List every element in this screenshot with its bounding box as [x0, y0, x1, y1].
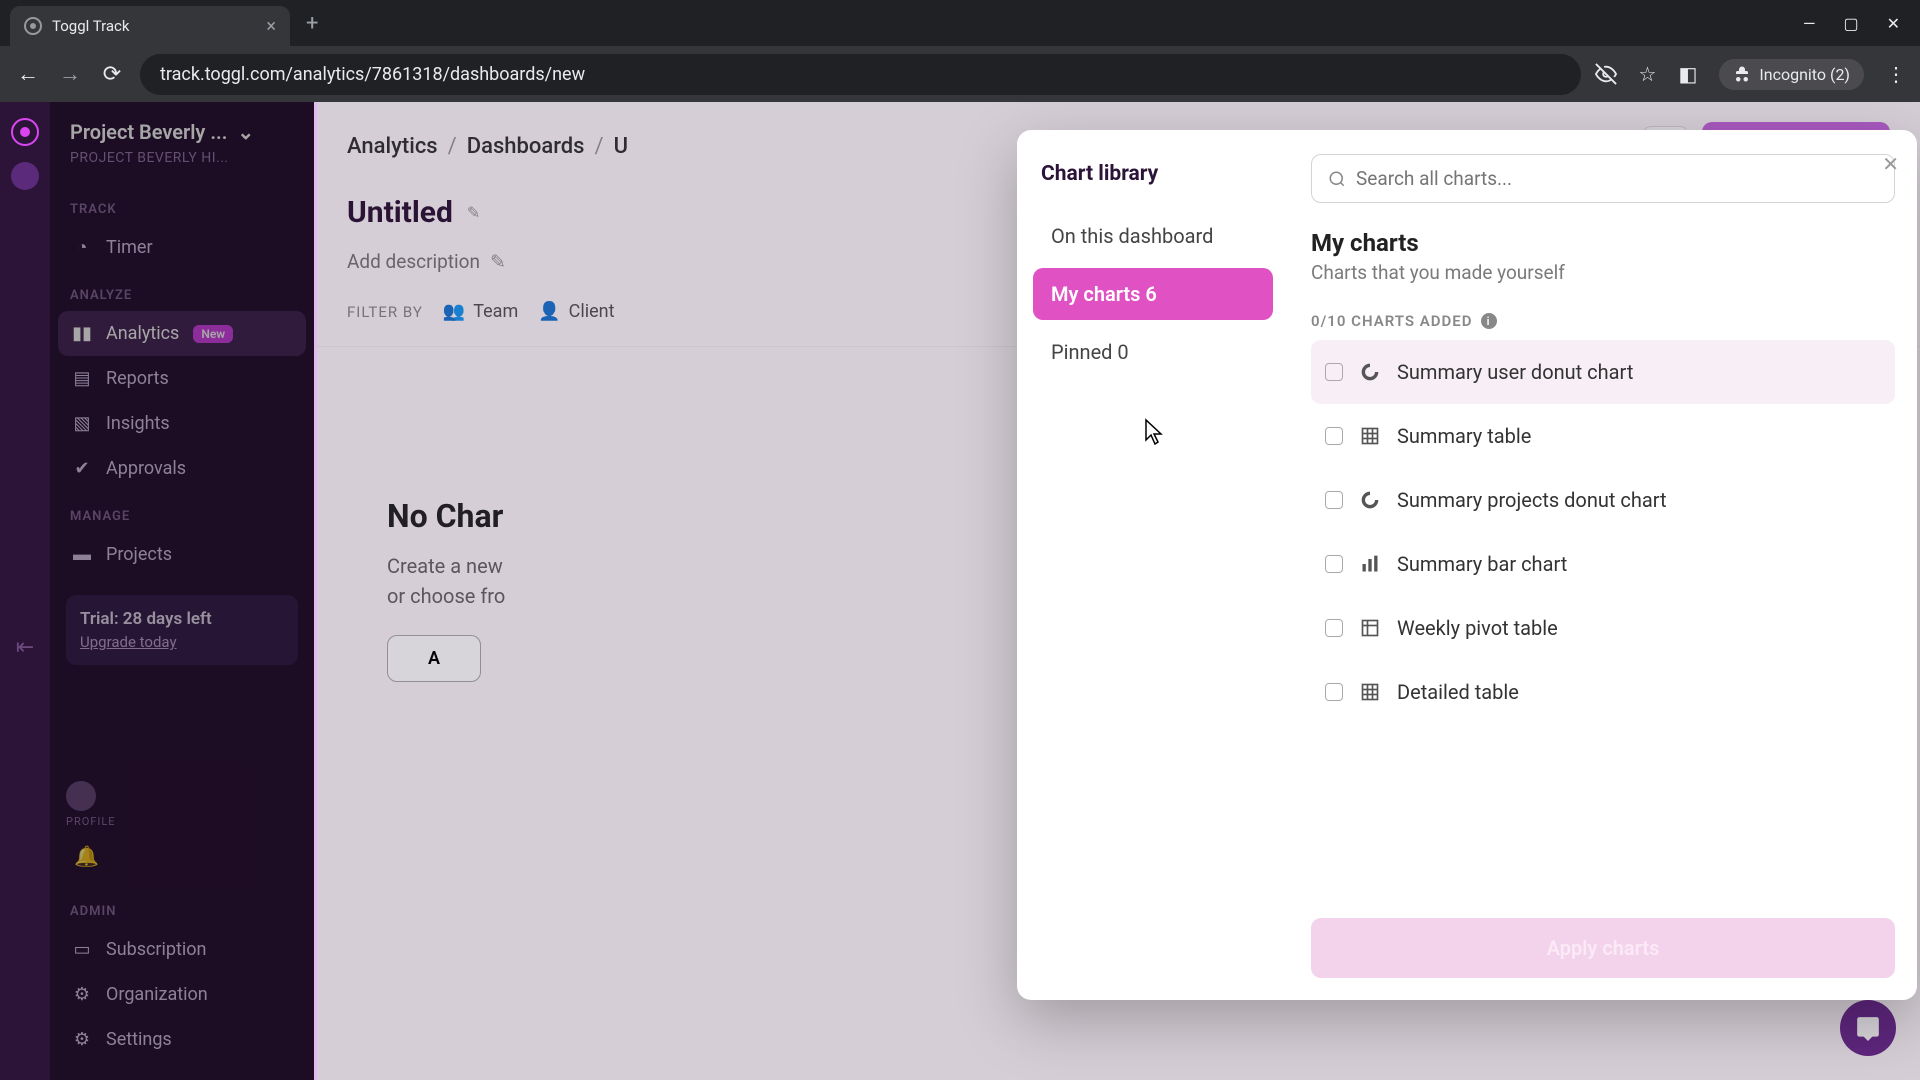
chart-label: Weekly pivot table: [1397, 616, 1558, 640]
my-charts-sub: Charts that you made yourself: [1311, 261, 1895, 284]
bell-icon[interactable]: 🔔: [74, 844, 298, 868]
tab-title: Toggl Track: [52, 17, 130, 35]
table-icon: [1359, 681, 1381, 703]
section-analyze: ANALYZE: [58, 270, 306, 311]
modal-title: Chart library: [1033, 154, 1273, 210]
chart-label: Summary projects donut chart: [1397, 488, 1667, 512]
charts-added-count: 0/10 CHARTS ADDED i: [1311, 312, 1895, 330]
back-button[interactable]: ←: [14, 61, 42, 87]
forward-button[interactable]: →: [56, 61, 84, 87]
main-content: Analytics / Dashboards / U ⌄ 💾Save chang…: [314, 102, 1920, 1080]
timer-icon: ◔: [72, 237, 92, 258]
analytics-icon: ▮▮: [72, 323, 92, 344]
trial-banner: Trial: 28 days left Upgrade today: [66, 595, 298, 665]
chart-label: Detailed table: [1397, 680, 1519, 704]
chart-option[interactable]: Summary user donut chart: [1311, 340, 1895, 404]
nav-organization[interactable]: ⚙Organization: [58, 972, 306, 1017]
my-charts-heading: My charts: [1311, 229, 1895, 257]
search-field[interactable]: [1356, 167, 1878, 190]
browser-tab[interactable]: Toggl Track ×: [10, 6, 290, 46]
approvals-icon: ✔: [72, 458, 92, 479]
sidebar: Project Beverly ... ⌄ PROJECT BEVERLY HI…: [50, 102, 314, 1080]
section-manage: MANAGE: [58, 491, 306, 532]
cat-my-charts[interactable]: My charts 6: [1033, 268, 1273, 320]
search-input[interactable]: [1311, 154, 1895, 203]
org-icon: ⚙: [72, 984, 92, 1005]
rail-toggl-icon[interactable]: [11, 118, 39, 146]
avatar[interactable]: [66, 781, 96, 811]
checkbox[interactable]: [1325, 555, 1343, 573]
donut-icon: [1359, 489, 1381, 511]
incognito-badge[interactable]: Incognito (2): [1719, 59, 1864, 90]
minimize-icon[interactable]: —: [1803, 14, 1816, 33]
checkbox[interactable]: [1325, 427, 1343, 445]
reload-button[interactable]: ⟳: [98, 62, 126, 87]
profile-label: PROFILE: [66, 815, 298, 828]
trial-days: Trial: 28 days left: [80, 609, 284, 629]
card-icon: ▭: [72, 939, 92, 960]
new-tab-button[interactable]: +: [298, 11, 326, 36]
table-icon: [1359, 425, 1381, 447]
chart-label: Summary bar chart: [1397, 552, 1567, 576]
chart-option[interactable]: Summary table: [1311, 404, 1895, 468]
folder-icon: ▬: [72, 544, 92, 565]
cat-pinned[interactable]: Pinned 0: [1033, 326, 1273, 378]
rail-secondary-icon[interactable]: [11, 162, 39, 190]
nav-approvals[interactable]: ✔Approvals: [58, 446, 306, 491]
info-icon[interactable]: i: [1481, 313, 1497, 329]
nav-settings[interactable]: ⚙Settings: [58, 1017, 306, 1062]
close-tab-icon[interactable]: ×: [266, 16, 276, 37]
section-admin: ADMIN: [58, 886, 306, 927]
cat-on-dashboard[interactable]: On this dashboard: [1033, 210, 1273, 262]
eye-off-icon[interactable]: [1595, 63, 1617, 85]
section-track: TRACK: [58, 184, 306, 225]
apply-charts-button[interactable]: Apply charts: [1311, 918, 1895, 978]
chart-option[interactable]: Summary projects donut chart: [1311, 468, 1895, 532]
nav-insights[interactable]: ▧Insights: [58, 401, 306, 446]
bookmark-icon[interactable]: ☆: [1639, 62, 1657, 86]
insights-icon: ▧: [72, 413, 92, 434]
search-icon: [1328, 170, 1346, 188]
donut-icon: [1359, 361, 1381, 383]
chart-option[interactable]: Weekly pivot table: [1311, 596, 1895, 660]
checkbox[interactable]: [1325, 619, 1343, 637]
chart-label: Summary user donut chart: [1397, 360, 1633, 384]
new-badge: New: [193, 325, 233, 343]
maximize-icon[interactable]: ▢: [1843, 14, 1858, 33]
checkbox[interactable]: [1325, 683, 1343, 701]
nav-timer[interactable]: ◔Timer: [58, 225, 306, 270]
bar-icon: [1359, 553, 1381, 575]
nav-reports[interactable]: ▤Reports: [58, 356, 306, 401]
chart-label: Summary table: [1397, 424, 1531, 448]
side-panel-icon[interactable]: ◧: [1678, 62, 1697, 86]
reports-icon: ▤: [72, 368, 92, 389]
gear-icon: ⚙: [72, 1029, 92, 1050]
nav-analytics[interactable]: ▮▮AnalyticsNew: [58, 311, 306, 356]
menu-icon[interactable]: ⋮: [1886, 62, 1906, 86]
nav-subscription[interactable]: ▭Subscription: [58, 927, 306, 972]
app-rail: ⇤: [0, 102, 50, 1080]
workspace-subtitle: PROJECT BEVERLY HI...: [58, 150, 306, 184]
checkbox[interactable]: [1325, 491, 1343, 509]
chart-option[interactable]: Detailed table: [1311, 660, 1895, 724]
url-text: track.toggl.com/analytics/7861318/dashbo…: [160, 64, 585, 85]
close-window-icon[interactable]: ✕: [1887, 14, 1900, 33]
chevron-down-icon: ⌄: [237, 120, 254, 144]
close-icon[interactable]: ✕: [1882, 152, 1899, 176]
upgrade-link[interactable]: Upgrade today: [80, 633, 284, 651]
pivot-icon: [1359, 617, 1381, 639]
checkbox[interactable]: [1325, 363, 1343, 381]
collapse-sidebar-icon[interactable]: ⇤: [16, 635, 34, 660]
chart-option[interactable]: Summary bar chart: [1311, 532, 1895, 596]
chart-library-modal: Chart library On this dashboard My chart…: [1017, 130, 1917, 1000]
nav-projects[interactable]: ▬Projects: [58, 532, 306, 577]
workspace-switcher[interactable]: Project Beverly ... ⌄: [58, 120, 306, 150]
toggl-favicon: [24, 17, 42, 35]
url-bar[interactable]: track.toggl.com/analytics/7861318/dashbo…: [140, 54, 1581, 95]
